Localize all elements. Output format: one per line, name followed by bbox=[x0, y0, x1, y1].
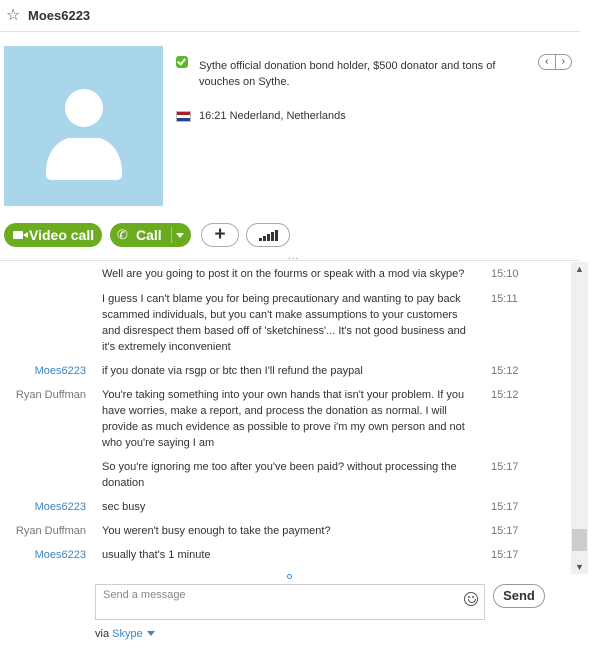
profile-panel: Sythe official donation bond holder, $50… bbox=[0, 32, 580, 260]
previous-arrow-icon[interactable]: ‹ bbox=[539, 55, 556, 69]
via-label: via bbox=[95, 628, 110, 640]
via-service-selector[interactable]: Skype bbox=[112, 628, 143, 640]
message-sender[interactable]: Moes6223 bbox=[35, 499, 86, 515]
message-sender[interactable]: Moes6223 bbox=[35, 547, 86, 563]
favorite-star-icon[interactable]: ☆ bbox=[6, 5, 20, 25]
default-avatar-icon bbox=[46, 89, 122, 180]
message-text: So you're ignoring me too after you've b… bbox=[102, 461, 457, 489]
message-text: I guess I can't blame you for being prec… bbox=[102, 293, 466, 353]
message-sender[interactable]: Ryan Duffman bbox=[16, 387, 86, 403]
message-sender[interactable]: Ryan Duffman bbox=[16, 523, 86, 539]
chat-scrollbar[interactable]: ▲ ▼ bbox=[571, 262, 588, 574]
divider bbox=[0, 260, 580, 261]
emoticon-icon[interactable] bbox=[464, 592, 478, 606]
scrollbar-thumb[interactable] bbox=[572, 529, 587, 551]
contact-name[interactable]: Moes6223 bbox=[28, 8, 90, 23]
video-call-label: Video call bbox=[29, 227, 95, 243]
message-input[interactable] bbox=[103, 589, 453, 601]
message-time: 15:12 bbox=[491, 365, 519, 377]
video-camera-icon bbox=[13, 231, 23, 239]
call-button-divider bbox=[171, 227, 172, 243]
message-time: 15:17 bbox=[491, 525, 519, 537]
message-time: 15:11 bbox=[491, 293, 518, 305]
conversation-header: ☆ Moes6223 bbox=[0, 0, 580, 32]
profile-nav: ‹ › bbox=[538, 54, 572, 70]
message-text: if you donate via rsgp or btc then I'll … bbox=[102, 365, 363, 377]
mood-message-icon bbox=[176, 56, 188, 68]
call-label: Call bbox=[136, 227, 162, 243]
scroll-down-icon[interactable]: ▼ bbox=[571, 560, 588, 574]
plus-icon: + bbox=[214, 224, 226, 245]
phone-icon: ✆ bbox=[117, 227, 128, 242]
chat-history: Well are you going to post it on the fou… bbox=[0, 262, 570, 572]
add-participants-button[interactable]: + bbox=[201, 223, 239, 247]
call-quality-button[interactable] bbox=[246, 223, 290, 247]
local-time-location: 16:21 Nederland, Netherlands bbox=[199, 110, 346, 122]
message-text: You weren't busy enough to take the paym… bbox=[102, 525, 331, 537]
next-arrow-icon[interactable]: › bbox=[556, 55, 572, 69]
video-call-button[interactable]: Video call bbox=[4, 223, 102, 247]
message-sender[interactable]: Moes6223 bbox=[35, 363, 86, 379]
message-text: sec busy bbox=[102, 501, 146, 513]
message-time: 15:17 bbox=[491, 461, 519, 473]
signal-bars-icon bbox=[259, 230, 279, 241]
message-text: usually that's 1 minute bbox=[102, 549, 211, 561]
call-button[interactable]: ✆ Call bbox=[110, 223, 191, 247]
send-via: via Skype bbox=[95, 628, 155, 640]
message-text: You're taking something into your own ha… bbox=[102, 389, 465, 449]
message-composer[interactable] bbox=[95, 584, 485, 620]
avatar[interactable] bbox=[4, 46, 163, 206]
message-text: Well are you going to post it on the fou… bbox=[102, 268, 465, 280]
chevron-down-icon[interactable] bbox=[146, 631, 155, 636]
message-time: 15:12 bbox=[491, 389, 519, 401]
message-time: 15:10 bbox=[491, 268, 519, 280]
mood-message: Sythe official donation bond holder, $50… bbox=[199, 60, 496, 88]
netherlands-flag-icon bbox=[176, 111, 191, 122]
call-options-chevron-down-icon[interactable] bbox=[176, 233, 184, 238]
send-button[interactable]: Send bbox=[493, 584, 545, 608]
typing-indicator-dot bbox=[287, 574, 292, 579]
message-time: 15:17 bbox=[491, 549, 519, 561]
message-time: 15:17 bbox=[491, 501, 519, 513]
scroll-up-icon[interactable]: ▲ bbox=[571, 262, 588, 276]
